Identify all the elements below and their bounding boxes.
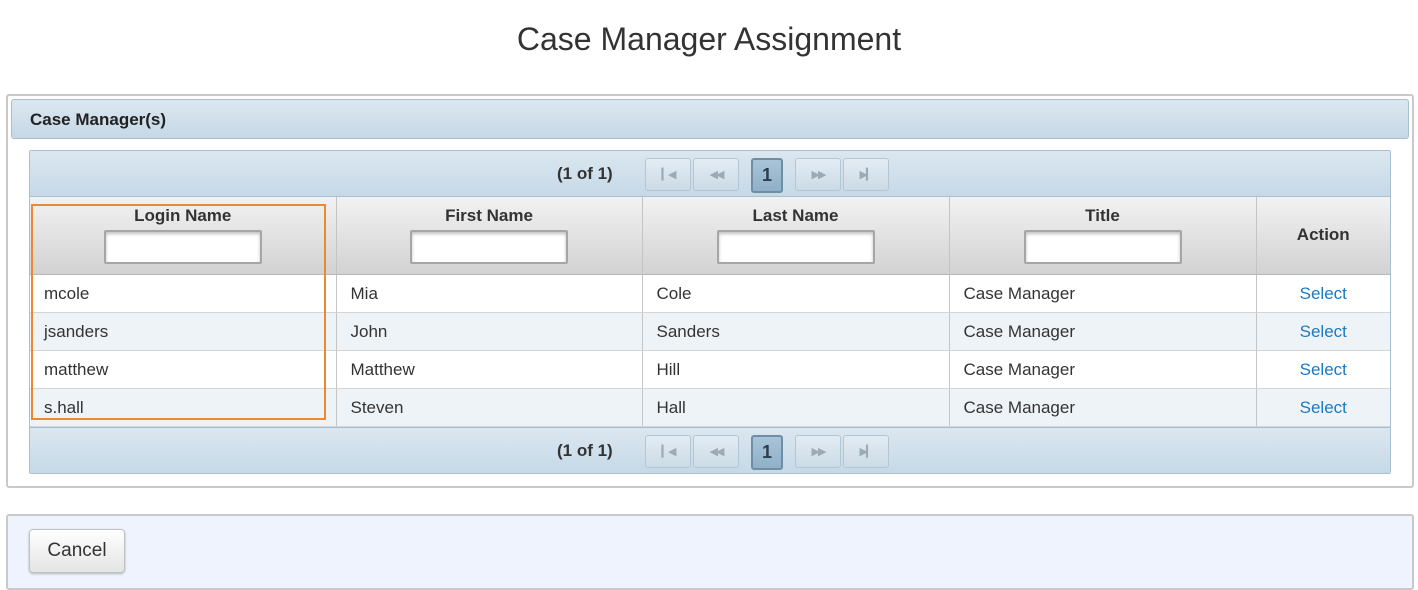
first-page-icon: ▎◀: [661, 169, 677, 181]
first-page-icon: ▎◀: [661, 446, 677, 458]
page-number-button[interactable]: 1: [751, 158, 783, 193]
page-title: Case Manager Assignment: [516, 21, 902, 57]
page-count-text: (1 of 1): [557, 441, 613, 460]
login-name-cell: mcole: [30, 274, 337, 313]
select-link[interactable]: Select: [1300, 360, 1347, 379]
column-label: Login Name: [134, 206, 232, 225]
table-row: jsanders John Sanders Case Manager Selec…: [30, 312, 1390, 351]
column-header-first-name[interactable]: First Name: [336, 197, 643, 275]
action-cell: Select: [1256, 388, 1390, 427]
page-number-button[interactable]: 1: [751, 435, 783, 470]
last-name-cell: Sanders: [642, 312, 950, 351]
title-cell: Case Manager: [949, 274, 1257, 313]
title-cell: Case Manager: [949, 388, 1257, 427]
column-label: Title: [1085, 206, 1120, 225]
first-name-filter-input[interactable]: [410, 230, 568, 264]
table-row: matthew Matthew Hill Case Manager Select: [30, 350, 1390, 389]
next-page-button[interactable]: ▶▶: [795, 435, 841, 468]
first-page-button[interactable]: ▎◀: [645, 435, 691, 468]
select-link[interactable]: Select: [1300, 322, 1347, 341]
paginator-bottom: (1 of 1) ▎◀ ◀◀ 1 ▶▶ ▶▎: [30, 427, 1390, 473]
table-row: s.hall Steven Hall Case Manager Select: [30, 388, 1390, 427]
case-managers-table: Login Name First Name Last Name Title Ac…: [30, 197, 1390, 427]
panel-header: Case Manager(s): [11, 99, 1409, 139]
select-link[interactable]: Select: [1300, 284, 1347, 303]
prev-page-icon: ◀◀: [709, 169, 725, 181]
login-name-filter-input[interactable]: [103, 230, 262, 264]
next-page-icon: ▶▶: [811, 169, 827, 181]
column-header-action: Action: [1256, 197, 1390, 275]
action-cell: Select: [1256, 312, 1390, 351]
first-name-cell: Steven: [336, 388, 643, 427]
column-label: Last Name: [752, 206, 839, 225]
next-page-button[interactable]: ▶▶: [795, 158, 841, 191]
last-page-icon: ▶▎: [859, 169, 875, 181]
column-header-title[interactable]: Title: [949, 197, 1257, 275]
column-label: Action: [1296, 225, 1350, 244]
action-cell: Select: [1256, 350, 1390, 389]
paginator-top: (1 of 1) ▎◀ ◀◀ 1 ▶▶ ▶▎: [30, 151, 1390, 197]
title-filter-input[interactable]: [1023, 230, 1182, 264]
last-name-cell: Hill: [642, 350, 950, 389]
table-header-row: Login Name First Name Last Name Title Ac…: [30, 197, 1390, 275]
first-name-cell: Matthew: [336, 350, 643, 389]
panel-header-title: Case Manager(s): [30, 110, 167, 129]
title-cell: Case Manager: [949, 312, 1257, 351]
last-page-button[interactable]: ▶▎: [843, 435, 889, 468]
last-page-icon: ▶▎: [859, 446, 875, 458]
last-name-cell: Hall: [642, 388, 950, 427]
login-name-cell: matthew: [30, 350, 337, 389]
cancel-button[interactable]: Cancel: [29, 529, 125, 573]
login-name-cell: jsanders: [30, 312, 337, 351]
last-name-filter-input[interactable]: [716, 230, 875, 264]
first-name-cell: John: [336, 312, 643, 351]
prev-page-icon: ◀◀: [709, 446, 725, 458]
select-link[interactable]: Select: [1300, 398, 1347, 417]
page-count-text: (1 of 1): [557, 164, 613, 183]
last-name-cell: Cole: [642, 274, 950, 313]
first-name-cell: Mia: [336, 274, 643, 313]
case-managers-panel: Case Manager(s) (1 of 1) ▎◀ ◀◀ 1 ▶▶ ▶▎ L…: [6, 94, 1414, 488]
next-page-icon: ▶▶: [811, 446, 827, 458]
login-name-cell: s.hall: [30, 388, 337, 427]
column-header-login[interactable]: Login Name: [30, 197, 337, 275]
title-cell: Case Manager: [949, 350, 1257, 389]
prev-page-button[interactable]: ◀◀: [693, 158, 739, 191]
column-label: First Name: [445, 206, 533, 225]
case-managers-grid: (1 of 1) ▎◀ ◀◀ 1 ▶▶ ▶▎ Login Name First …: [29, 150, 1391, 474]
prev-page-button[interactable]: ◀◀: [693, 435, 739, 468]
last-page-button[interactable]: ▶▎: [843, 158, 889, 191]
action-cell: Select: [1256, 274, 1390, 313]
first-page-button[interactable]: ▎◀: [645, 158, 691, 191]
column-header-last-name[interactable]: Last Name: [642, 197, 950, 275]
footer-panel: Cancel: [6, 514, 1414, 590]
table-row: mcole Mia Cole Case Manager Select: [30, 274, 1390, 313]
